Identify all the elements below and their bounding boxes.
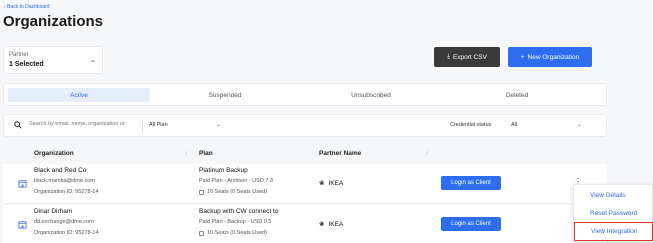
search-input[interactable] (29, 121, 137, 127)
download-icon: ⤓ (447, 53, 450, 60)
seats-label: 10 Seats (0 Seats Used) (207, 230, 267, 236)
seats-info: 16 Seats (0 Seats Used) (199, 189, 267, 195)
partner-filter[interactable]: Partner 1 Selected ⌄ (3, 46, 103, 74)
export-csv-button[interactable]: ⤓ Export CSV (434, 47, 500, 67)
tab-deleted[interactable]: Deleted (446, 88, 588, 102)
tab-unsubscribed[interactable]: Unsubscribed (300, 88, 442, 102)
menu-item-view-integration[interactable]: View Integration (574, 222, 653, 241)
table-row: Black and Red Co black.mamba@dme.com Org… (3, 164, 607, 204)
sort-icon[interactable]: ⁄ (186, 151, 187, 157)
seat-icon (199, 230, 204, 236)
partner-icon: ❀ (319, 180, 325, 187)
page-title: Organizations (3, 13, 104, 30)
seats-label: 16 Seats (0 Seats Used) (207, 189, 267, 195)
partner-filter-value: 1 Selected (9, 61, 44, 68)
plan-name: Backup with CW connect to (199, 208, 279, 215)
search-icon (14, 121, 22, 129)
tab-suspended[interactable]: Suspended (154, 88, 296, 102)
row-actions-menu: View Details Reset Password View Integra… (573, 184, 653, 242)
organization-email: black.mamba@dme.com (34, 178, 95, 184)
organization-name[interactable]: Dinar Dirham (34, 208, 72, 215)
organization-email: dd.exchange@dme.com (34, 219, 94, 225)
chevron-down-icon[interactable]: ⌄ (216, 121, 221, 128)
plan-detail: Paid Plan - Backup - USD 0.5 (199, 219, 272, 225)
login-as-client-button[interactable]: Login as Client (441, 217, 501, 231)
sort-icon[interactable]: ⁄ (427, 151, 428, 157)
credential-status-label: Credential status (450, 122, 492, 128)
divider (142, 120, 143, 132)
column-plan[interactable]: Plan (199, 150, 213, 157)
seat-icon (199, 189, 204, 195)
seats-info: 10 Seats (0 Seats Used) (199, 230, 267, 236)
partner-label: IKEA (328, 220, 344, 228)
menu-item-view-details[interactable]: View Details (574, 186, 653, 205)
export-csv-label: Export CSV (452, 53, 487, 61)
menu-item-reset-password[interactable]: Reset Password (574, 204, 653, 223)
building-icon (18, 221, 27, 229)
plan-name: Platinum Backup (199, 167, 248, 174)
back-to-dashboard-link[interactable]: ‹ Back to Dashboard (4, 4, 50, 10)
column-organization[interactable]: Organization (34, 150, 74, 157)
partner-name: ❀ IKEA (319, 220, 344, 229)
credential-status-select[interactable]: All (511, 122, 517, 128)
organization-id: Organization ID: 95278-14 (34, 189, 99, 195)
table-row: Dinar Dirham dd.exchange@dme.com Organiz… (3, 205, 607, 243)
plan-detail: Paid Plan - Archiver - USD 7.3 (199, 178, 273, 184)
partner-filter-label: Partner (9, 52, 29, 58)
chevron-down-icon: ⌄ (90, 57, 96, 64)
partner-name: ❀ IKEA (319, 179, 344, 188)
column-partner-name[interactable]: Partner Name (319, 150, 361, 157)
plan-filter-value[interactable]: All Plan (149, 122, 168, 128)
partner-label: IKEA (328, 179, 344, 187)
plus-icon: + (520, 53, 525, 61)
partner-icon: ❀ (319, 221, 325, 228)
building-icon (18, 180, 27, 188)
organization-id: Organization ID: 95278-14 (34, 230, 99, 236)
login-as-client-button[interactable]: Login as Client (441, 176, 501, 190)
chevron-down-icon[interactable]: ⌄ (577, 121, 582, 128)
tab-active[interactable]: Active (8, 88, 150, 102)
status-tabs: Active Suspended Unsubscribed Deleted (3, 83, 607, 106)
new-organization-label: New Organization (527, 53, 580, 61)
search-bar: All Plan ⌄ Credential status All ⌄ (3, 114, 607, 137)
new-organization-button[interactable]: + New Organization (508, 47, 592, 67)
organization-name[interactable]: Black and Red Co (34, 167, 86, 174)
table-header: Organization ⁄ Plan Partner Name ⁄ (3, 145, 607, 163)
